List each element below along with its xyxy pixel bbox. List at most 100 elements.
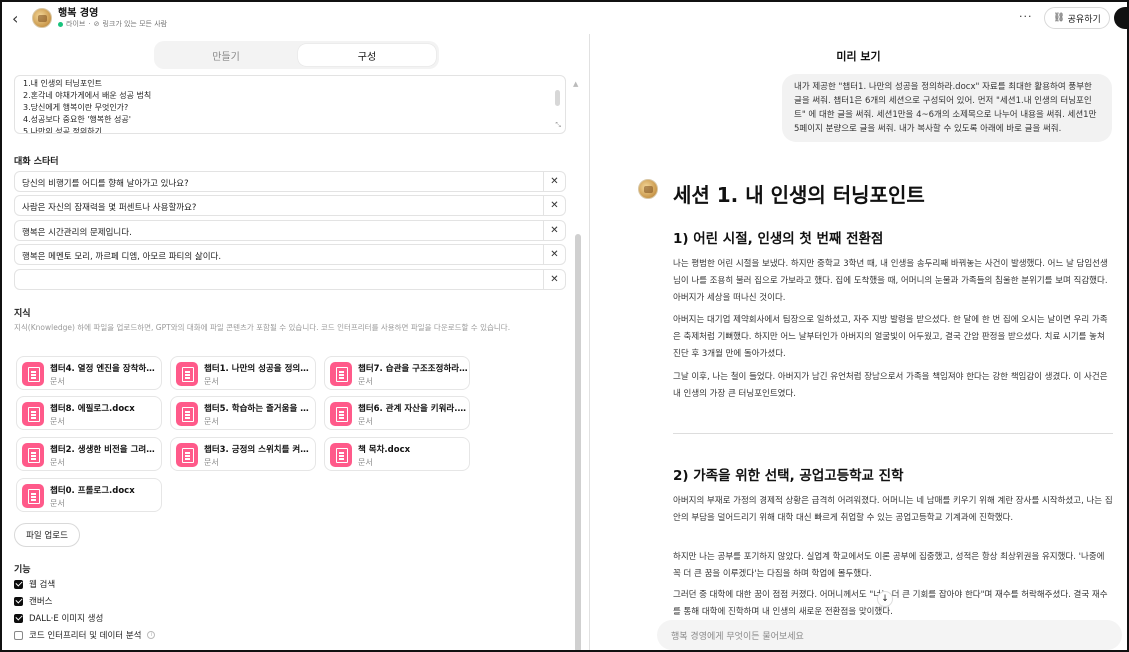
file-name: 챕터4. 열정 엔진을 장착하라.docx bbox=[50, 364, 160, 374]
response-paragraph: 그날 이후, 나는 철이 들었다. 아버지가 남긴 유언처럼 장남으로서 가족을… bbox=[673, 372, 1108, 399]
document-icon bbox=[330, 443, 352, 467]
gpt-avatar bbox=[638, 179, 658, 199]
remove-starter-icon[interactable]: ✕ bbox=[543, 221, 565, 240]
starter-text: 행복은 메멘토 모리, 까르페 디엠, 아모르 파티의 삶이다. bbox=[22, 252, 222, 262]
file-type: 문서 bbox=[358, 417, 373, 426]
panel-scrollbar[interactable] bbox=[575, 234, 581, 650]
remove-starter-icon[interactable]: ✕ bbox=[543, 196, 565, 215]
document-icon bbox=[22, 362, 44, 386]
document-icon bbox=[176, 443, 198, 467]
capability-label: 캔버스 bbox=[29, 597, 53, 607]
live-status: 라이브 bbox=[66, 19, 86, 28]
tab-configure[interactable]: 구성 bbox=[298, 44, 436, 66]
gpt-avatar bbox=[32, 8, 52, 28]
remove-starter-icon[interactable]: ✕ bbox=[543, 245, 565, 264]
share-button[interactable]: ⛓ 공유하기 bbox=[1044, 7, 1110, 29]
file-name: 챕터8. 에필로그.docx bbox=[50, 404, 135, 414]
checkbox-unchecked-icon[interactable] bbox=[14, 630, 23, 640]
preview-panel: 미리 보기 내가 제공한 "챕터1. 나만의 성공을 정의하라.docx" 자료… bbox=[590, 34, 1127, 650]
file-card[interactable]: 챕터0. 프롤로그.docx 문서 bbox=[16, 478, 162, 512]
starter-field[interactable]: 당신의 비행기를 어디를 향해 날아가고 있나요? ✕ bbox=[14, 171, 566, 192]
file-type: 문서 bbox=[50, 458, 65, 467]
live-dot-icon bbox=[58, 21, 63, 27]
file-card[interactable]: 챕터1. 나만의 성공을 정의하라.docx 문서 bbox=[170, 356, 316, 390]
tab-make[interactable]: 만들기 bbox=[157, 44, 295, 66]
capability-dalle[interactable]: DALL·E 이미지 생성 bbox=[14, 612, 103, 624]
file-type: 문서 bbox=[50, 417, 65, 426]
remove-starter-icon[interactable]: ✕ bbox=[543, 172, 565, 191]
capabilities-label: 기능 bbox=[14, 565, 31, 575]
capability-label: DALL·E 이미지 생성 bbox=[29, 614, 104, 624]
starter-field[interactable]: 사람은 자신의 잠재력을 몇 퍼센트나 사용할까요? ✕ bbox=[14, 195, 566, 216]
response-paragraph: 아버지는 대기업 제약회사에서 팀장으로 일하셨고, 자주 지방 발령을 받으셨… bbox=[673, 315, 1108, 359]
file-type: 문서 bbox=[204, 377, 219, 386]
user-message: 내가 제공한 "챕터1. 나만의 성공을 정의하라.docx" 자료를 최대한 … bbox=[782, 74, 1112, 142]
instruction-line: 3.당신에게 행복이란 무엇인가? bbox=[23, 103, 129, 112]
starter-text: 사람은 자신의 잠재력을 몇 퍼센트나 사용할까요? bbox=[22, 203, 197, 213]
file-type: 문서 bbox=[204, 458, 219, 467]
app-window: ‹ 행복 경영 라이브 · ⊘ 링크가 있는 모든 사람 ··· ⛓ 공유하기 … bbox=[0, 0, 1129, 652]
gpt-status-line: 라이브 · ⊘ 링크가 있는 모든 사람 bbox=[58, 19, 167, 28]
document-icon bbox=[330, 402, 352, 426]
response-paragraph: 그러던 중 대학에 대한 꿈이 점점 커졌다. 어머니께서도 "너는 더 큰 기… bbox=[673, 590, 1108, 617]
document-icon bbox=[176, 402, 198, 426]
section-divider bbox=[673, 433, 1113, 434]
file-name: 책 목차.docx bbox=[358, 445, 411, 455]
document-icon bbox=[22, 402, 44, 426]
file-card[interactable]: 챕터6. 관계 자산을 키워라.docx 문서 bbox=[324, 396, 470, 430]
checkbox-checked-icon[interactable] bbox=[14, 596, 23, 606]
file-card[interactable]: 책 목차.docx 문서 bbox=[324, 437, 470, 471]
back-arrow-icon[interactable]: ‹ bbox=[12, 9, 26, 28]
gpt-title: 행복 경영 bbox=[58, 7, 99, 19]
preview-title: 미리 보기 bbox=[836, 50, 881, 63]
response-subheading: 1) 어린 시절, 인생의 첫 번째 전환점 bbox=[673, 231, 884, 247]
document-icon bbox=[22, 443, 44, 467]
scroll-up-arrow-icon[interactable]: ▲ bbox=[573, 80, 578, 88]
file-card[interactable]: 챕터4. 열정 엔진을 장착하라.docx 문서 bbox=[16, 356, 162, 390]
starter-text: 행복은 시간관리의 문제입니다. bbox=[22, 228, 132, 238]
upload-files-button[interactable]: 파일 업로드 bbox=[14, 523, 80, 547]
knowledge-label: 지식 bbox=[14, 309, 31, 319]
starters-label: 대화 스타터 bbox=[14, 157, 59, 167]
capability-web-search[interactable]: 웹 검색 bbox=[14, 578, 55, 590]
info-icon[interactable]: i bbox=[147, 631, 156, 639]
starter-field[interactable]: 행복은 메멘토 모리, 까르페 디엠, 아모르 파티의 삶이다. ✕ bbox=[14, 244, 566, 265]
capability-canvas[interactable]: 캔버스 bbox=[14, 595, 52, 607]
starter-field-empty[interactable]: ✕ bbox=[14, 269, 566, 290]
capability-code-interpreter[interactable]: 코드 인터프리터 및 데이터 분석 i bbox=[14, 629, 156, 641]
file-name: 챕터0. 프롤로그.docx bbox=[50, 486, 135, 496]
checkbox-checked-icon[interactable] bbox=[14, 579, 23, 589]
capability-label: 코드 인터프리터 및 데이터 분석 bbox=[29, 631, 142, 641]
instructions-textarea[interactable]: 1.내 인생의 터닝포인트 2.혼각네 야채가게에서 배운 성공 법칙 3.당신… bbox=[14, 75, 566, 134]
configure-panel: 만들기 구성 1.내 인생의 터닝포인트 2.혼각네 야채가게에서 배운 성공 … bbox=[2, 34, 589, 650]
file-card[interactable]: 챕터2. 생생한 비전을 그려라.docx 문서 bbox=[16, 437, 162, 471]
file-name: 챕터7. 습관을 구조조정하라.docx bbox=[358, 364, 468, 374]
link-icon: ⊘ bbox=[93, 19, 100, 28]
instruction-line: 4.성공보다 중요한 '행복한 성공' bbox=[23, 115, 131, 124]
remove-starter-icon[interactable]: ✕ bbox=[543, 270, 565, 289]
more-options-icon[interactable]: ··· bbox=[1019, 10, 1033, 23]
document-icon bbox=[330, 362, 352, 386]
file-card[interactable]: 챕터8. 에필로그.docx 문서 bbox=[16, 396, 162, 430]
starter-field[interactable]: 행복은 시간관리의 문제입니다. ✕ bbox=[14, 220, 566, 241]
link-icon: ⛓ bbox=[1053, 13, 1065, 23]
checkbox-checked-icon[interactable] bbox=[14, 613, 23, 623]
scroll-down-arrow-icon[interactable]: ↓ bbox=[877, 591, 893, 607]
file-type: 문서 bbox=[358, 377, 373, 386]
create-button[interactable] bbox=[1114, 7, 1127, 29]
editor-tabs: 만들기 구성 bbox=[154, 41, 439, 69]
file-type: 문서 bbox=[358, 458, 373, 467]
message-input[interactable]: 행복 경영에게 무엇이든 물어보세요 bbox=[657, 620, 1122, 650]
instructions-scrollbar[interactable] bbox=[555, 90, 560, 106]
file-type: 문서 bbox=[204, 417, 219, 426]
file-card[interactable]: 챕터7. 습관을 구조조정하라.docx 문서 bbox=[324, 356, 470, 390]
file-card[interactable]: 챕터5. 학습하는 즐거움을 찾아라.docx 문서 bbox=[170, 396, 316, 430]
file-name: 챕터2. 생생한 비전을 그려라.docx bbox=[50, 445, 160, 455]
starter-text: 당신의 비행기를 어디를 향해 날아가고 있나요? bbox=[22, 179, 189, 189]
top-bar: ‹ 행복 경영 라이브 · ⊘ 링크가 있는 모든 사람 ··· ⛓ 공유하기 bbox=[2, 2, 1127, 34]
file-name: 챕터5. 학습하는 즐거움을 찾아라.docx bbox=[204, 404, 314, 414]
document-icon bbox=[176, 362, 198, 386]
resize-handle-icon[interactable]: ⤡ bbox=[555, 121, 561, 130]
file-card[interactable]: 챕터3. 긍정의 스위치를 켜라.docx 문서 bbox=[170, 437, 316, 471]
response-paragraph: 나는 평범한 어린 시절을 보냈다. 하지만 중학교 3학년 때, 내 인생을 … bbox=[673, 259, 1108, 303]
